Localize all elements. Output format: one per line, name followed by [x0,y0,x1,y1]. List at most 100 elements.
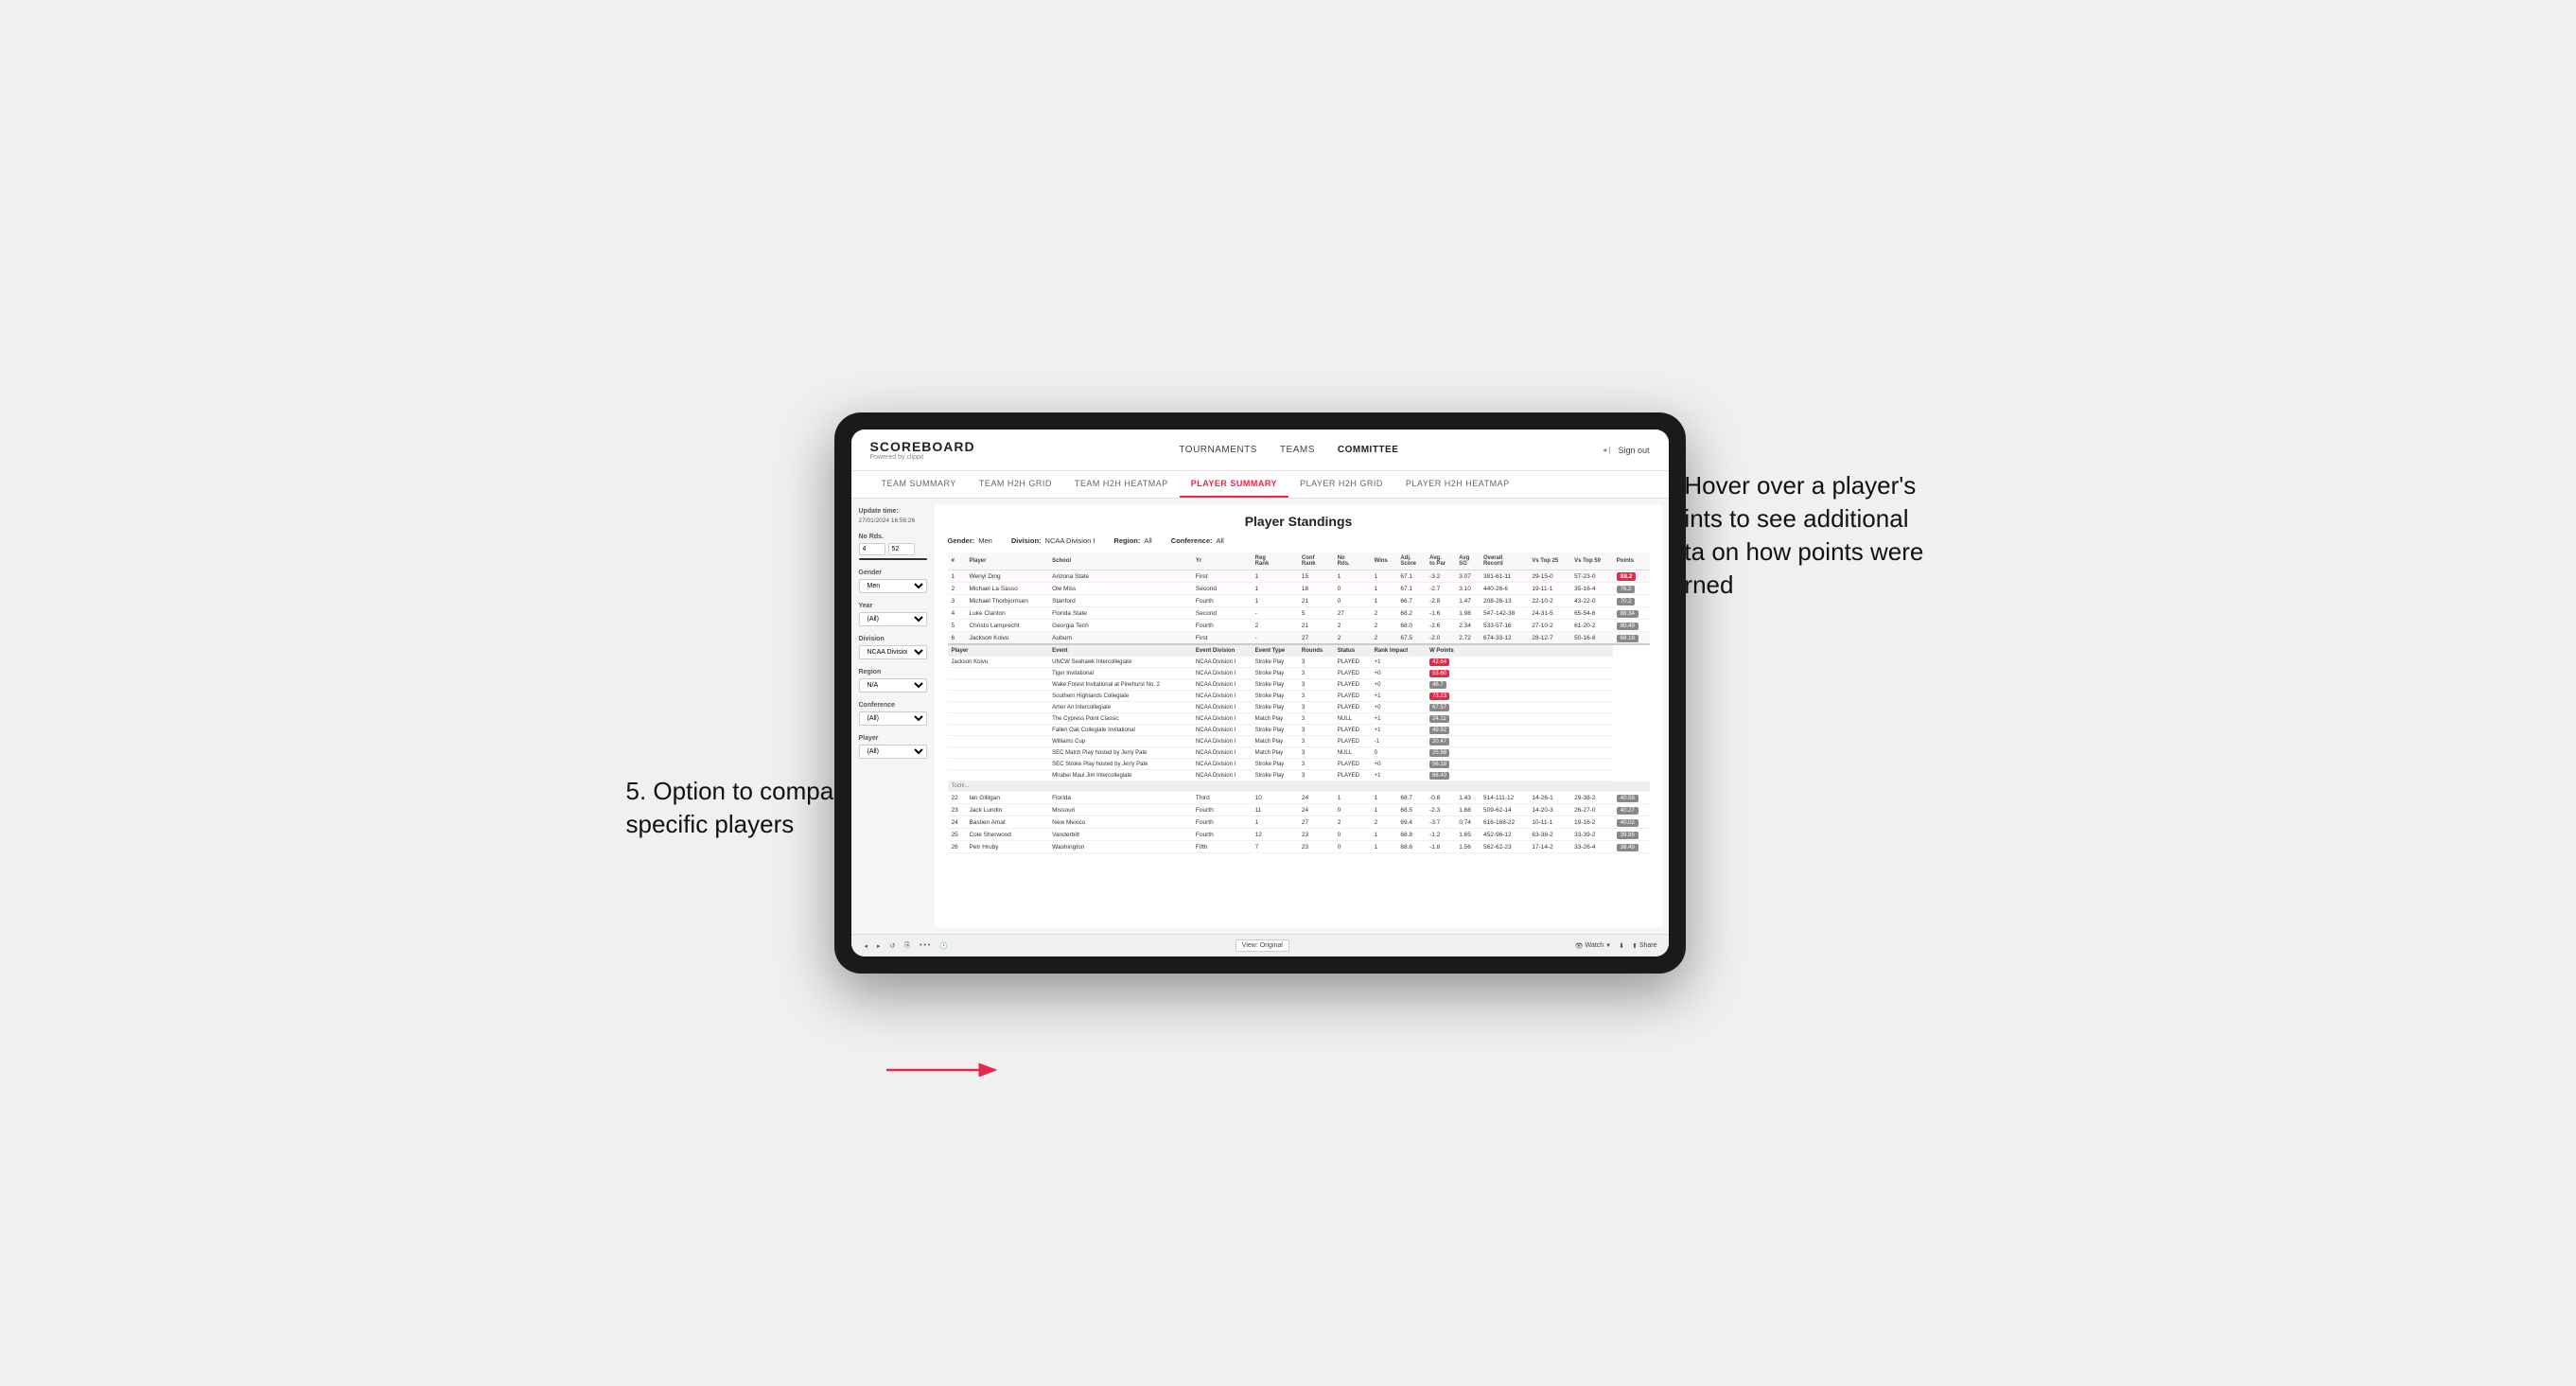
nav-committee[interactable]: COMMITTEE [1338,441,1399,459]
nav-tournaments[interactable]: TOURNAMENTS [1179,441,1257,459]
share-button[interactable]: ⬆ Share [1632,942,1657,950]
filter-region-label: Region: [1113,536,1140,545]
toolbar-back[interactable]: ◂ [863,941,870,951]
table-row: 2 Michael La Sasso Ole Miss Second 1 18 … [948,583,1650,595]
sub-nav-team-h2h-heatmap[interactable]: TEAM H2H HEATMAP [1063,471,1180,498]
toolbar-copy[interactable]: ⎘ [902,941,912,951]
sidebar-region-label: Region [859,669,927,675]
cell-no-rds: 1 [1334,570,1371,583]
col-wins: Wins [1371,553,1397,570]
chevron-down-icon: ▼ [1605,943,1611,949]
table-row: 24 Bastien Amat New Mexico Fourth 1 27 2… [948,816,1650,829]
sub-nav-team-summary[interactable]: TEAM SUMMARY [870,471,968,498]
col-vs-top25: Vs Top 25 [1528,553,1570,570]
sidebar-division: Division NCAA Division I [859,636,927,659]
watch-button[interactable]: 👁 Watch ▼ [1575,942,1611,950]
sub-nav-player-summary[interactable]: PLAYER SUMMARY [1180,471,1288,498]
sidebar-division-select[interactable]: NCAA Division I [859,645,927,659]
filter-gender-value: Men [978,536,992,545]
cell-num: 1 [948,570,966,583]
sidebar-division-label: Division [859,636,927,642]
sidebar-no-rds-min[interactable] [859,543,885,555]
sidebar: Update time: 27/01/2024 16:56:26 No Rds. [851,499,935,934]
toolbar-refresh[interactable]: ↺ [888,941,898,951]
table-row: 4 Luke Clanton Florida State Second - 5 … [948,607,1650,620]
table-row: 6 Jackson Koivu Auburn First - 27 2 2 67… [948,632,1650,645]
eye-icon: 👁 [1575,942,1584,950]
brand-name: SCOREBOARD [870,439,975,454]
annotation-hover-points: 4. Hover over a player's points to see a… [1657,469,1951,602]
download-button[interactable]: ⬇ [1619,942,1624,950]
cell-overall: 381-61-11 [1480,570,1528,583]
tablet-frame: SCOREBOARD Powered by clippit TOURNAMENT… [834,412,1686,974]
sub-nav-team-h2h-grid[interactable]: TEAM H2H GRID [968,471,1063,498]
toolbar-left: ◂ ▸ ↺ ⎘ • • • 🕐 [863,941,950,951]
sidebar-year: Year (All) [859,603,927,626]
nav-back-icon[interactable]: ◂ | [1603,446,1610,454]
sidebar-region-select[interactable]: N/A [859,678,927,693]
top-nav: SCOREBOARD Powered by clippit TOURNAMENT… [851,430,1669,471]
table-row: Tochi... [948,781,1650,792]
tooltip-row: SEC Match Play hosted by Jerry Pate NCAA… [948,747,1650,759]
cell-school: Arizona State [1048,570,1192,583]
cell-avg-par: -3.2 [1426,570,1455,583]
col-points: Points [1613,553,1650,570]
share-icon: ⬆ [1632,942,1638,950]
table-header-row: Player Standings [948,514,1650,529]
table-row: 23 Jack Lundin Missouri Fourth 11 24 0 1… [948,804,1650,816]
col-school: School [1048,553,1192,570]
cell-points[interactable]: 88.2 [1613,570,1650,583]
col-player: Player [965,553,1048,570]
tooltip-header-row: Player Event Event Division Event Type R… [948,644,1650,657]
sidebar-no-rds-max[interactable] [888,543,915,555]
filter-gender-label: Gender: [948,536,975,545]
toolbar-center: View: Original [1235,939,1289,952]
sidebar-player-select[interactable]: (All) [859,745,927,759]
tooltip-row: Southern Highlands Collegiate NCAA Divis… [948,691,1650,702]
toolbar-clock[interactable]: 🕐 [938,941,950,951]
nav-links: TOURNAMENTS TEAMS COMMITTEE [1179,441,1398,459]
sidebar-year-select[interactable]: (All) [859,612,927,626]
table-row: 5 Christo Lamprecht Georgia Tech Fourth … [948,620,1650,632]
table-row: 1 Wenyi Ding Arizona State First 1 15 1 … [948,570,1650,583]
sidebar-player: Player (All) [859,735,927,759]
cell-player: Wenyi Ding [965,570,1048,583]
tooltip-row: Mirabei Maui Jim Intercollegiate NCAA Di… [948,770,1650,781]
sidebar-conference-label: Conference [859,702,927,709]
table-header: # Player School Yr RegRank ConfRank NoRd… [948,553,1650,570]
tooltip-row: Tiger Invitational NCAA Division I Strok… [948,668,1650,679]
sidebar-conference: Conference (All) [859,702,927,726]
sidebar-conference-select[interactable]: (All) [859,711,927,726]
view-original-button[interactable]: View: Original [1235,939,1289,952]
nav-teams[interactable]: TEAMS [1280,441,1315,459]
sub-nav-player-h2h-grid[interactable]: PLAYER H2H GRID [1288,471,1394,498]
filter-division-label: Division: [1011,536,1042,545]
col-num: # [948,553,966,570]
sidebar-update-label: Update time: [859,508,927,515]
sub-nav-player-h2h-heatmap[interactable]: PLAYER H2H HEATMAP [1394,471,1521,498]
table-row: 26 Petr Hruby Washington Fifth 7 23 0 1 … [948,841,1650,853]
filter-conference-value: All [1217,536,1224,545]
cell-wins: 1 [1371,570,1397,583]
tooltip-row: Jackson Koivu UNCW Seahawk Intercollegia… [948,657,1650,668]
standings-table: # Player School Yr RegRank ConfRank NoRd… [948,553,1650,853]
main-content: Update time: 27/01/2024 16:56:26 No Rds. [851,499,1669,934]
tooltip-row: Amer An Intercollegiate NCAA Division I … [948,702,1650,713]
toolbar-nav[interactable]: • • • [918,941,932,950]
tooltip-row: SEC Stroke Play hosted by Jerry Pate NCA… [948,759,1650,770]
sidebar-no-rds-label: No Rds. [859,534,927,540]
tooltip-row: Fallen Oak Collegiate Invitational NCAA … [948,725,1650,736]
sidebar-update-time: Update time: 27/01/2024 16:56:26 [859,508,927,524]
col-vs-top50: Vs Top 50 [1570,553,1613,570]
bottom-toolbar: ◂ ▸ ↺ ⎘ • • • 🕐 View: Original 👁 Watch ▼ [851,934,1669,956]
cell-avg-sg: 3.07 [1455,570,1480,583]
filter-division-value: NCAA Division I [1045,536,1095,545]
cell-yr: First [1192,570,1252,583]
toolbar-forward[interactable]: ▸ [875,941,883,951]
toolbar-right: 👁 Watch ▼ ⬇ ⬆ Share [1575,942,1657,950]
table-area: Player Standings Gender: Men Division: N… [935,504,1663,928]
sidebar-gender-select[interactable]: Men Women [859,579,927,593]
brand-sub: Powered by clippit [870,454,975,461]
sign-out-link[interactable]: Sign out [1618,446,1649,455]
col-adj-score: Adj.Score [1396,553,1426,570]
